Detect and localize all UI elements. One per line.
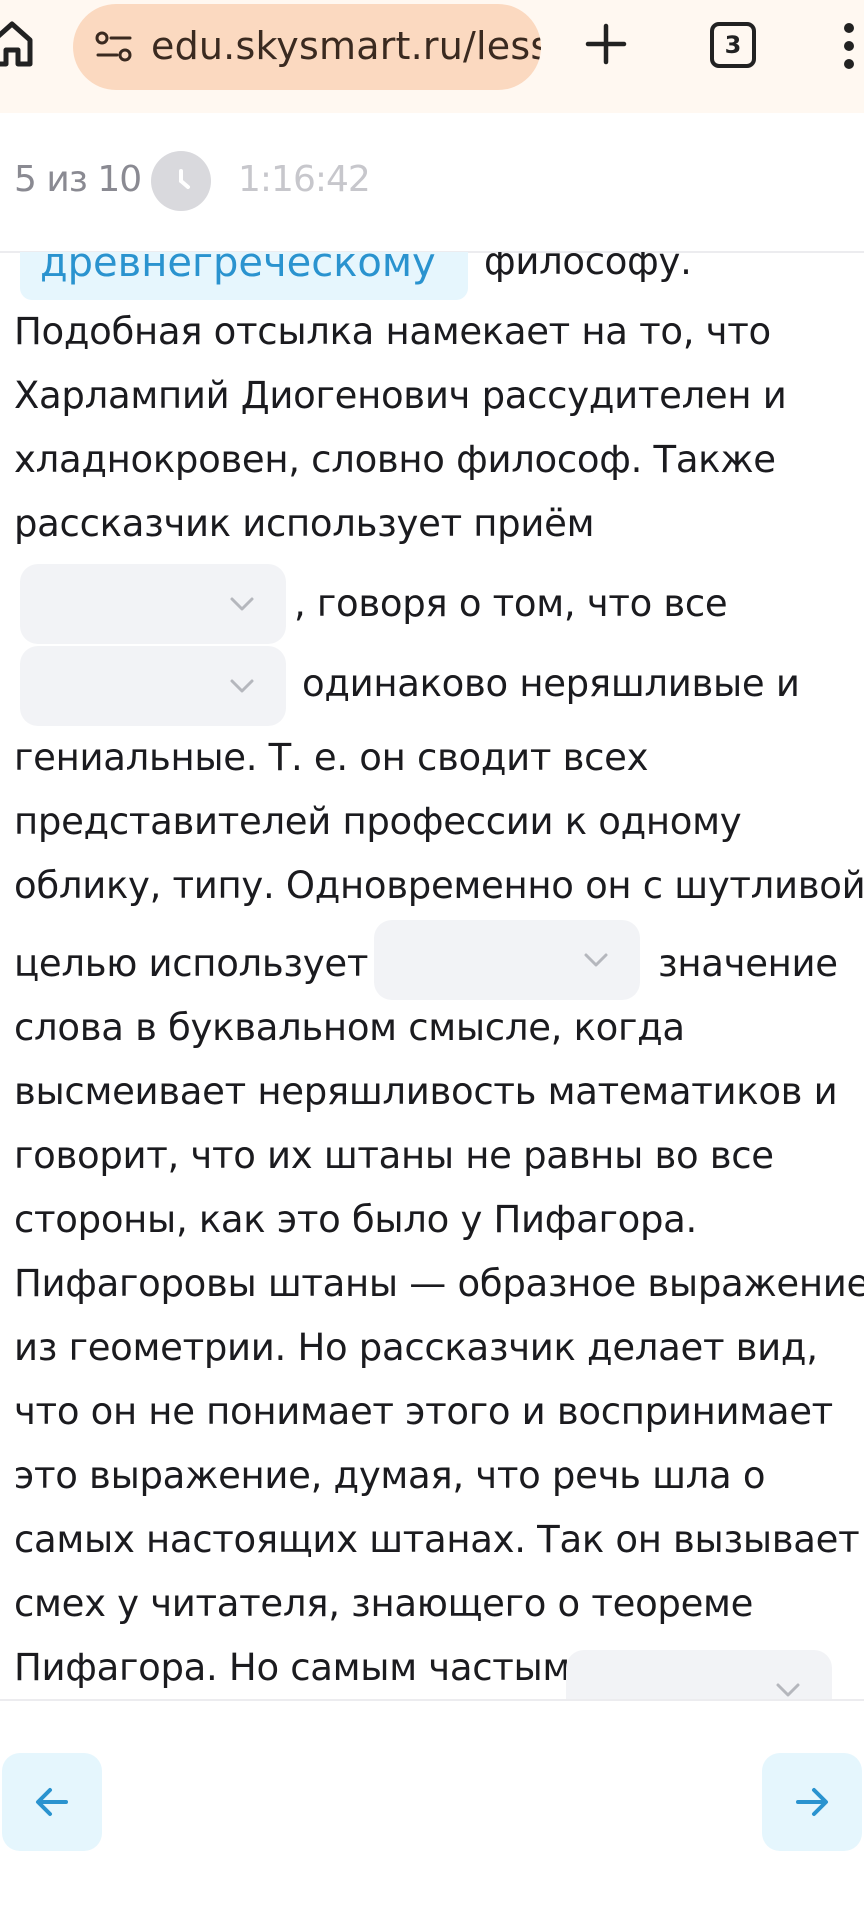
text-line: гениальные. Т. е. он сводит всех xyxy=(14,736,649,779)
browser-toolbar: edu.skysmart.ru/less 3 xyxy=(0,0,864,115)
more-menu-icon[interactable] xyxy=(842,22,856,70)
bottom-navigation xyxy=(0,1699,864,1922)
chevron-down-icon xyxy=(230,597,254,611)
answer-chip-text: древнегреческому xyxy=(40,252,436,286)
text-line: что он не понимает этого и воспринимает xyxy=(14,1390,833,1433)
text-line: самых настоящих штанах. Так он вызывает xyxy=(14,1518,860,1561)
text-line: Харлампий Диогенович рассудителен и xyxy=(14,374,787,417)
text-line: высмеивает неряшливость математиков и xyxy=(14,1070,838,1113)
text-line: , говоря о том, что все xyxy=(294,582,728,625)
text-line: значение xyxy=(658,942,838,985)
next-button[interactable] xyxy=(762,1753,862,1851)
task-counter: 5 из 10 xyxy=(14,159,142,200)
text-line: Пифагоровы штаны — образное выражение xyxy=(14,1262,864,1305)
url-text[interactable]: edu.skysmart.ru/less xyxy=(151,24,541,68)
timer: 1:16:42 xyxy=(238,159,371,200)
site-settings-icon[interactable] xyxy=(95,30,133,64)
clock-icon xyxy=(151,151,211,211)
text-line: целью использует xyxy=(14,942,369,985)
text-line: стороны, как это было у Пифагора. xyxy=(14,1198,697,1241)
text-line: Пифагора. Но самым частым xyxy=(14,1646,571,1689)
blank-dropdown-1[interactable] xyxy=(20,564,286,644)
text-line: хладнокровен, словно философ. Также xyxy=(14,438,776,481)
text-line: облику, типу. Одновременно он с шутливой xyxy=(14,864,864,907)
text-line: говорит, что их штаны не равны во все xyxy=(14,1134,774,1177)
home-icon[interactable] xyxy=(0,18,34,68)
address-bar[interactable]: edu.skysmart.ru/less xyxy=(73,4,541,90)
text-line: слова в буквальном смысле, когда xyxy=(14,1006,685,1049)
progress-header: 5 из 10 1:16:42 xyxy=(0,113,864,253)
chevron-down-icon xyxy=(776,1683,800,1697)
arrow-right-icon xyxy=(796,1788,828,1816)
previous-button[interactable] xyxy=(2,1753,102,1851)
text-line: философу. xyxy=(484,252,692,283)
text-line: рассказчик использует приём xyxy=(14,502,595,545)
chevron-down-icon xyxy=(230,679,254,693)
blank-dropdown-4[interactable] xyxy=(566,1650,832,1699)
text-line: это выражение, думая, что речь шла о xyxy=(14,1454,766,1497)
new-tab-icon[interactable] xyxy=(584,22,628,66)
text-line: одинаково неряшливые и xyxy=(302,662,800,705)
exercise-text: древнегреческому философу. Подобная отсы… xyxy=(0,252,864,1699)
text-line: смех у читателя, знающего о теореме xyxy=(14,1582,754,1625)
text-line: представителей профессии к одному xyxy=(14,800,742,843)
arrow-left-icon xyxy=(36,1788,68,1816)
blank-dropdown-2[interactable] xyxy=(20,646,286,726)
text-line: из геометрии. Но рассказчик делает вид, xyxy=(14,1326,818,1369)
tab-switcher-button[interactable]: 3 xyxy=(710,22,756,68)
chevron-down-icon xyxy=(584,953,608,967)
blank-dropdown-3[interactable] xyxy=(374,920,640,1000)
text-line: Подобная отсылка намекает на то, что xyxy=(14,310,771,353)
